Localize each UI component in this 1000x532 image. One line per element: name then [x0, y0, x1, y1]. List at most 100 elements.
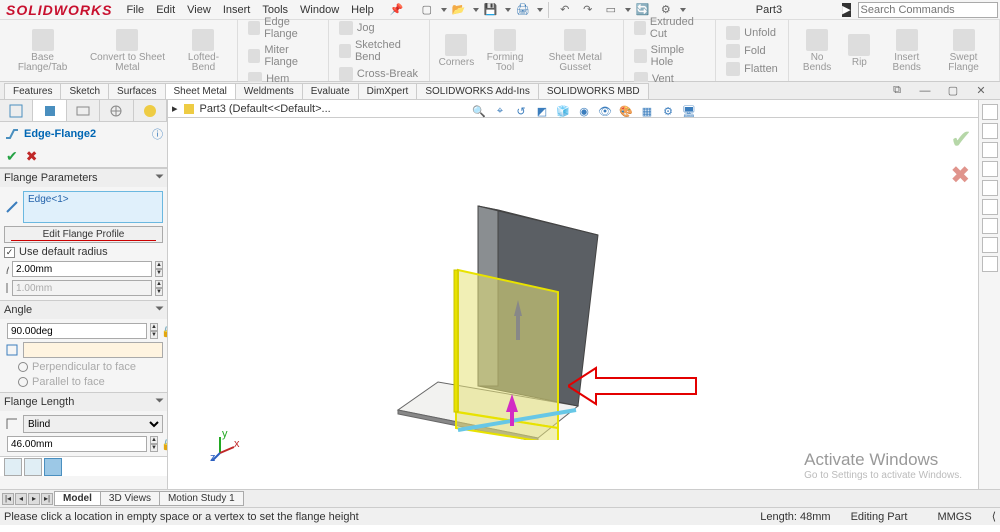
- render-icon[interactable]: 🖥: [680, 102, 698, 120]
- edge-flange-button[interactable]: Edge Flange: [244, 15, 322, 41]
- sheet-metal-gusset-button[interactable]: Sheet Metal Gusset: [534, 22, 617, 79]
- tab-evaluate[interactable]: Evaluate: [302, 83, 359, 99]
- cross-break-button[interactable]: Cross-Break: [335, 66, 424, 82]
- section-angle[interactable]: Angle: [4, 304, 32, 316]
- flange-length-spinner[interactable]: ▲▼: [150, 436, 158, 452]
- tab-nav-next[interactable]: ▸: [28, 493, 40, 505]
- end-condition-select[interactable]: Blind: [23, 415, 163, 433]
- tab-nav-last[interactable]: ▸|: [41, 493, 53, 505]
- doc-close-icon[interactable]: ✕: [973, 83, 989, 99]
- forming-tool-button[interactable]: Forming Tool: [476, 22, 533, 79]
- menu-view[interactable]: View: [187, 4, 211, 16]
- scene-icon[interactable]: ▦: [638, 102, 656, 120]
- select-dropdown[interactable]: [625, 8, 631, 12]
- flatten-button[interactable]: Flatten: [722, 61, 782, 77]
- miter-flange-button[interactable]: Miter Flange: [244, 43, 322, 69]
- new-icon[interactable]: ▢: [419, 2, 435, 18]
- tab-3d-views[interactable]: 3D Views: [100, 491, 160, 506]
- zoom-area-icon[interactable]: ⌖: [491, 102, 509, 120]
- bend-radius-input[interactable]: [12, 261, 152, 277]
- tab-model[interactable]: Model: [54, 491, 101, 506]
- print-dropdown[interactable]: [537, 8, 543, 12]
- pm-tab-feature-tree[interactable]: [0, 100, 33, 121]
- section-flange-length[interactable]: Flange Length: [4, 396, 74, 408]
- search-input[interactable]: [858, 2, 998, 18]
- redo-icon[interactable]: ↷: [580, 2, 596, 18]
- pm-tab-property-manager[interactable]: [33, 100, 66, 121]
- use-default-radius-checkbox[interactable]: ✓Use default radius: [4, 246, 163, 258]
- taskpane-forum-icon[interactable]: [982, 218, 998, 234]
- tab-dimxpert[interactable]: DimXpert: [358, 83, 418, 99]
- insert-bends-button[interactable]: Insert Bends: [879, 22, 934, 79]
- tree-expand-icon[interactable]: ▸: [172, 102, 178, 115]
- open-icon[interactable]: 📂: [451, 2, 467, 18]
- search-mode-icon[interactable]: ▶: [842, 3, 850, 17]
- corners-button[interactable]: Corners: [436, 22, 476, 79]
- taskpane-appearances-icon[interactable]: [982, 180, 998, 196]
- tab-surfaces[interactable]: Surfaces: [108, 83, 165, 99]
- menu-edit[interactable]: Edit: [156, 4, 175, 16]
- tab-mbd[interactable]: SOLIDWORKS MBD: [538, 83, 649, 99]
- confirm-cancel-icon[interactable]: ✖: [950, 161, 972, 190]
- face-selection-input[interactable]: [23, 342, 163, 358]
- appearance-icon[interactable]: 🎨: [617, 102, 635, 120]
- tangent-bend-button[interactable]: [44, 458, 62, 476]
- edge-selection-box[interactable]: Edge<1>: [23, 191, 163, 223]
- status-units[interactable]: MMGS: [937, 511, 971, 523]
- jog-button[interactable]: Jog: [335, 20, 424, 36]
- flange-length-input[interactable]: [7, 436, 147, 452]
- menu-help[interactable]: Help: [351, 4, 374, 16]
- tab-sketch[interactable]: Sketch: [60, 83, 109, 99]
- options-dropdown[interactable]: [680, 8, 686, 12]
- tab-addins[interactable]: SOLIDWORKS Add-Ins: [416, 83, 538, 99]
- zoom-fit-icon[interactable]: 🔍: [470, 102, 488, 120]
- tab-nav-prev[interactable]: ◂: [15, 493, 27, 505]
- angle-spinner[interactable]: ▲▼: [150, 323, 158, 339]
- section-view-icon[interactable]: ◩: [533, 102, 551, 120]
- chevron-down-icon[interactable]: [156, 399, 164, 406]
- extruded-cut-button[interactable]: Extruded Cut: [630, 15, 709, 41]
- select-icon[interactable]: ▭: [603, 2, 619, 18]
- display-style-icon[interactable]: ◉: [575, 102, 593, 120]
- doc-maximize-icon[interactable]: ▢: [945, 83, 961, 99]
- swept-flange-button[interactable]: Swept Flange: [934, 22, 993, 79]
- inner-virtual-sharp-button[interactable]: [24, 458, 42, 476]
- bend-radius-spinner[interactable]: ▲▼: [155, 261, 163, 277]
- new-dropdown[interactable]: [441, 8, 447, 12]
- view-orientation-icon[interactable]: 🧊: [554, 102, 572, 120]
- simple-hole-button[interactable]: Simple Hole: [630, 43, 709, 69]
- graphics-viewport[interactable]: ▸ Part3 (Default<<Default>... 🔍 ⌖ ↺ ◩ 🧊 …: [168, 100, 1000, 489]
- lock-icon[interactable]: 🔒: [161, 438, 168, 451]
- taskpane-file-explorer-icon[interactable]: [982, 142, 998, 158]
- section-flange-parameters[interactable]: Flange Parameters: [4, 172, 98, 184]
- pin-icon[interactable]: 📌: [389, 2, 405, 18]
- print-icon[interactable]: 🖨: [515, 2, 531, 18]
- taskpane-extra2-icon[interactable]: [982, 256, 998, 272]
- tab-sheet-metal[interactable]: Sheet Metal: [165, 83, 236, 99]
- sketched-bend-button[interactable]: Sketched Bend: [335, 38, 424, 64]
- taskpane-custom-props-icon[interactable]: [982, 199, 998, 215]
- taskpane-view-palette-icon[interactable]: [982, 161, 998, 177]
- edit-flange-profile-button[interactable]: Edit Flange Profile: [4, 226, 163, 243]
- previous-view-icon[interactable]: ↺: [512, 102, 530, 120]
- save-icon[interactable]: 💾: [483, 2, 499, 18]
- unfold-button[interactable]: Unfold: [722, 25, 782, 41]
- pm-ok-button[interactable]: ✔: [6, 148, 18, 165]
- fold-button[interactable]: Fold: [722, 43, 782, 59]
- taskpane-design-library-icon[interactable]: [982, 123, 998, 139]
- pm-tab-config[interactable]: [67, 100, 100, 121]
- tab-weldments[interactable]: Weldments: [235, 83, 303, 99]
- view-triad[interactable]: y x z: [210, 431, 240, 461]
- doc-expand-icon[interactable]: ⧉: [889, 83, 905, 99]
- outer-virtual-sharp-button[interactable]: [4, 458, 22, 476]
- no-bends-button[interactable]: No Bends: [795, 22, 840, 79]
- confirm-ok-icon[interactable]: ✔: [950, 124, 972, 155]
- tab-motion-study[interactable]: Motion Study 1: [159, 491, 244, 506]
- save-dropdown[interactable]: [505, 8, 511, 12]
- pm-tab-display[interactable]: [134, 100, 167, 121]
- view-settings-icon[interactable]: ⚙: [659, 102, 677, 120]
- pm-tab-dimxpert[interactable]: [100, 100, 133, 121]
- tree-root-label[interactable]: Part3 (Default<<Default>...: [200, 103, 331, 115]
- chevron-down-icon[interactable]: [156, 175, 164, 182]
- pm-cancel-button[interactable]: ✖: [26, 148, 38, 165]
